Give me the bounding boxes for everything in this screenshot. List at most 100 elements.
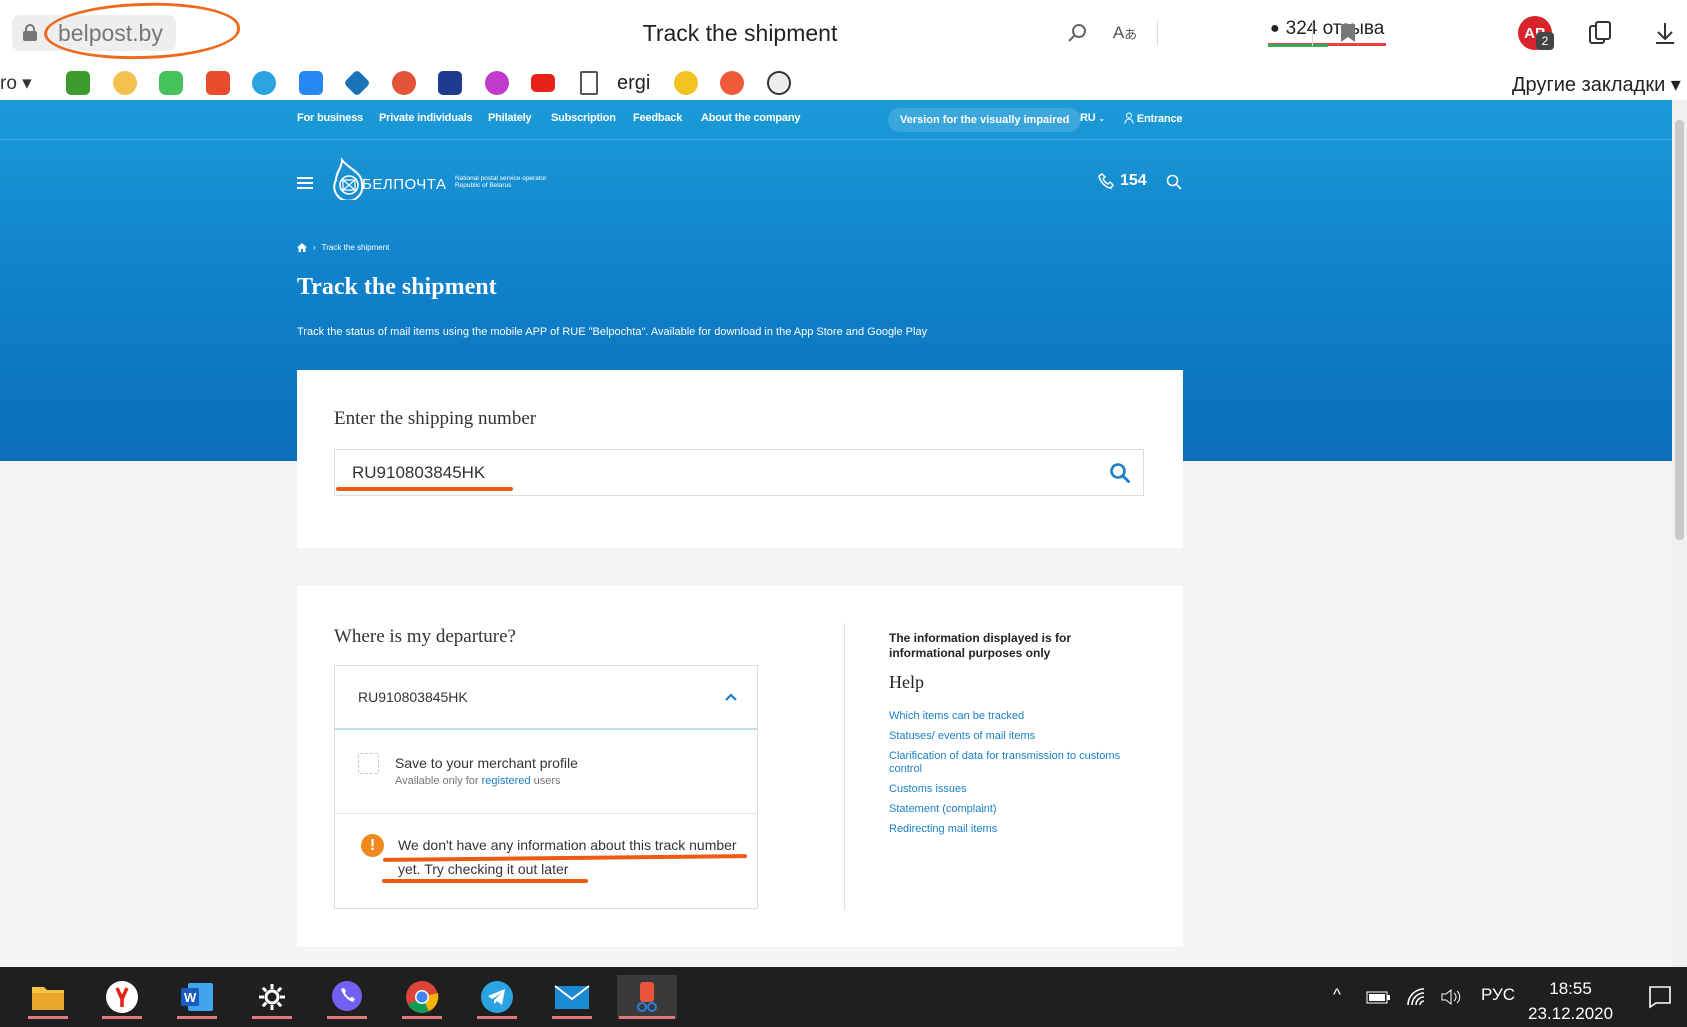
chrome-icon[interactable] [400, 975, 444, 1019]
file-explorer-icon[interactable] [26, 975, 70, 1019]
accordion-header[interactable]: RU910803845HK [335, 666, 757, 730]
other-bookmarks[interactable]: Другие закладки ▾ [1512, 72, 1681, 97]
toolbar-separator [1312, 20, 1313, 46]
menu-icon[interactable] [297, 177, 313, 189]
translate-icon[interactable]: Aあ [1110, 18, 1140, 48]
help-link[interactable]: Customs issues [889, 783, 1129, 796]
help-link[interactable]: Statement (complaint) [889, 803, 1129, 816]
nav-private-individuals[interactable]: Private individuals [379, 112, 473, 124]
help-title: Help [889, 672, 924, 692]
nav-about-company[interactable]: About the company [701, 112, 800, 124]
extensions-icon[interactable] [1585, 18, 1615, 48]
bookmark-e-icon[interactable] [720, 71, 744, 95]
bookmark-folder[interactable]: ro ▾ [0, 72, 32, 95]
tracking-search-card: Enter the shipping number [297, 370, 1183, 548]
warning-icon: ! [361, 834, 384, 857]
bookmark-chat-icon[interactable] [159, 71, 183, 95]
toolbar-separator [1157, 20, 1158, 46]
save-profile-hint: Available only for registered users [395, 775, 561, 787]
page-scrollbar[interactable] [1672, 100, 1687, 967]
bookmark-star-icon[interactable] [485, 71, 509, 95]
window-title: Track the shipment [642, 20, 838, 46]
logo-text: БЕЛПОЧТА [362, 176, 447, 193]
bookmark-eu-icon[interactable] [438, 71, 462, 95]
help-link[interactable]: Statuses/ events of mail items [889, 730, 1129, 743]
tray-overflow-icon[interactable]: ^ [1333, 985, 1341, 1005]
search-icon[interactable] [1109, 462, 1131, 484]
breadcrumb: › Track the shipment [297, 243, 389, 252]
info-note: The information displayed is for informa… [889, 631, 1072, 660]
page-title: Track the shipment [297, 274, 497, 300]
bookmark-ball-icon[interactable] [392, 71, 416, 95]
help-links: Which items can be tracked Statuses/ eve… [889, 710, 1129, 843]
chevron-up-icon[interactable] [725, 692, 737, 702]
user-icon [1124, 112, 1134, 124]
bookmark-rss-icon[interactable] [66, 71, 90, 95]
visually-impaired-button[interactable]: Version for the visually impaired [888, 108, 1082, 132]
volume-icon[interactable] [1440, 988, 1462, 1006]
bookmark-smile-icon[interactable] [674, 71, 698, 95]
site-search-icon[interactable] [1166, 174, 1182, 190]
logo-subtitle: National postal service operator Republi… [455, 175, 547, 189]
download-icon[interactable] [1650, 18, 1680, 48]
bookmark-page-icon[interactable] [580, 71, 598, 95]
windows-taskbar: W ^ РУС 18:55 23.12.2020 [0, 967, 1687, 1027]
bookmark-label[interactable]: ergi [617, 72, 650, 95]
system-clock[interactable]: 18:55 23.12.2020 [1528, 976, 1613, 1026]
save-profile-checkbox[interactable] [358, 753, 379, 774]
home-icon[interactable] [297, 243, 307, 252]
bookmark-telegram-icon[interactable] [252, 71, 276, 95]
save-profile-row: Save to your merchant profile Available … [335, 730, 757, 814]
adblock-badge: 2 [1536, 32, 1554, 50]
bookmark-vk-icon[interactable] [299, 71, 323, 95]
page-lead: Track the status of mail items using the… [297, 326, 928, 338]
reviews-widget[interactable]: ● 324 отзыва [1268, 14, 1387, 46]
shipping-number-label: Enter the shipping number [334, 408, 537, 429]
web-page: For business Private individuals Philate… [0, 100, 1672, 967]
help-link[interactable]: Clarification of data for transmission t… [889, 750, 1129, 776]
annotation-underline [382, 879, 588, 883]
svg-text:W: W [184, 990, 197, 1005]
snipping-tool-icon[interactable] [617, 975, 677, 1019]
mail-icon[interactable] [550, 975, 594, 1019]
telegram-icon[interactable] [475, 975, 519, 1019]
word-icon[interactable]: W [175, 975, 219, 1019]
registered-link[interactable]: registered [482, 775, 531, 787]
column-divider [844, 623, 845, 910]
nav-for-business[interactable]: For business [297, 112, 363, 124]
bookmark-youtube-icon[interactable] [531, 74, 555, 92]
top-nav: For business Private individuals Philate… [0, 100, 1672, 140]
bookmark-diamond-icon[interactable] [343, 69, 371, 97]
search-page-icon[interactable] [1062, 18, 1092, 48]
notifications-icon[interactable] [1648, 985, 1672, 1009]
bookmark-wheat-icon[interactable] [113, 71, 137, 95]
hotline-phone[interactable]: 154 [1098, 172, 1147, 190]
settings-gear-icon[interactable] [250, 975, 294, 1019]
viber-icon[interactable] [325, 975, 369, 1019]
battery-icon[interactable] [1366, 989, 1392, 1005]
reviews-bar [1268, 44, 1328, 47]
language-select[interactable]: RU ⌄ [1080, 112, 1105, 124]
speech-bubble-icon: ● [1270, 19, 1280, 37]
result-heading: Where is my departure? [334, 626, 516, 647]
bookmark-icon[interactable] [1333, 18, 1363, 48]
browser-toolbar: belpost.by Track the shipment Aあ ● 324 о… [0, 0, 1687, 66]
nav-feedback[interactable]: Feedback [633, 112, 682, 124]
breadcrumb-separator: › [313, 243, 316, 252]
bookmark-face-icon[interactable] [767, 71, 791, 95]
entrance-link[interactable]: Entrance [1124, 112, 1183, 125]
bookmarks-bar: ro ▾ ergi Другие закладки ▾ [0, 66, 1687, 100]
phone-icon [1098, 173, 1114, 189]
bookmark-shop-icon[interactable] [206, 71, 230, 95]
nav-subscription[interactable]: Subscription [551, 112, 616, 124]
help-link[interactable]: Which items can be tracked [889, 710, 1129, 723]
yandex-browser-icon[interactable] [100, 975, 144, 1019]
scrollbar-thumb[interactable] [1675, 120, 1684, 540]
help-link[interactable]: Redirecting mail items [889, 823, 1129, 836]
wifi-icon[interactable] [1406, 987, 1428, 1007]
nav-philately[interactable]: Philately [488, 112, 532, 124]
shipment-accordion: RU910803845HK Save to your merchant prof… [334, 665, 758, 909]
annotation-underline [336, 487, 513, 491]
input-language[interactable]: РУС [1481, 985, 1515, 1005]
save-profile-label: Save to your merchant profile [395, 755, 578, 771]
